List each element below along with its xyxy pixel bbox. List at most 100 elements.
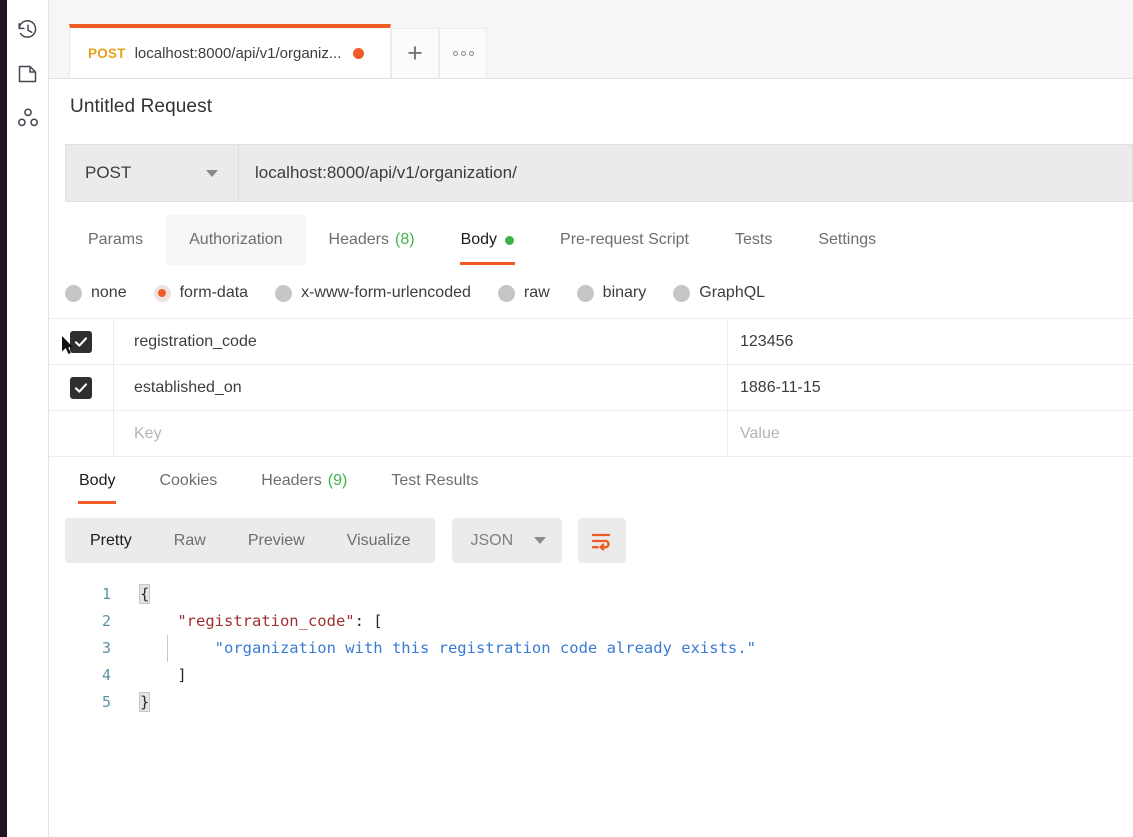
tab-pre-request-script[interactable]: Pre-request Script [537, 215, 712, 265]
history-icon[interactable] [7, 8, 49, 52]
code-token: ] [177, 666, 186, 684]
format-segmented-control: Pretty Raw Preview Visualize [65, 518, 435, 563]
tab-tests[interactable]: Tests [712, 215, 795, 265]
more-options-icon [453, 51, 474, 56]
row-enable-cell [49, 365, 114, 410]
format-preview-button[interactable]: Preview [227, 522, 326, 559]
tab-tests-label: Tests [735, 231, 772, 249]
url-bar: POST localhost:8000/api/v1/organization/ [65, 144, 1133, 202]
radio-icon [498, 285, 515, 302]
form-data-key-input-empty[interactable]: Key [114, 411, 728, 456]
response-language-select[interactable]: JSON [452, 518, 562, 563]
response-tab-cookies[interactable]: Cookies [137, 457, 239, 504]
form-data-key-input[interactable]: established_on [114, 365, 728, 410]
tab-body-label: Body [461, 231, 497, 249]
line-number: 3 [49, 635, 123, 662]
body-type-none[interactable]: none [65, 284, 127, 302]
format-pretty-button[interactable]: Pretty [69, 522, 153, 559]
chevron-down-icon [534, 537, 546, 544]
response-tab-body[interactable]: Body [57, 457, 137, 504]
form-data-value-input[interactable]: 1886-11-15 [728, 365, 1133, 410]
request-tab-active[interactable]: POST localhost:8000/api/v1/organiz... [69, 24, 391, 78]
url-bar-wrapper: POST localhost:8000/api/v1/organization/ [49, 118, 1133, 202]
response-section-tabs: Body Cookies Headers (9) Test Results [57, 457, 1133, 504]
response-body-viewer[interactable]: 1 { 2 "registration_code": [ 3 "organiza… [49, 581, 1133, 716]
plus-icon: + [407, 40, 423, 67]
body-type-none-label: none [91, 284, 127, 302]
word-wrap-toggle[interactable] [578, 518, 626, 563]
code-token-string: "organization with this registration cod… [215, 639, 756, 657]
tab-pre-request-script-label: Pre-request Script [560, 231, 689, 249]
code-token: : [ [355, 612, 383, 630]
line-number: 5 [49, 689, 123, 716]
body-type-form-data-label: form-data [180, 284, 248, 302]
format-pretty-label: Pretty [90, 532, 132, 550]
radio-icon [577, 285, 594, 302]
row-enable-cell [49, 411, 114, 456]
word-wrap-icon [590, 531, 614, 551]
radio-icon [275, 285, 292, 302]
body-type-binary[interactable]: binary [577, 284, 647, 302]
left-icon-rail [7, 0, 49, 837]
tab-params[interactable]: Params [65, 215, 166, 265]
code-token: { [140, 585, 149, 603]
url-input[interactable]: localhost:8000/api/v1/organization/ [239, 145, 1132, 201]
body-type-graphql[interactable]: GraphQL [673, 284, 765, 302]
form-data-key-input[interactable]: registration_code [114, 319, 728, 364]
http-method-value: POST [85, 163, 131, 183]
code-line: 1 { [49, 581, 1133, 608]
line-number: 2 [49, 608, 123, 635]
indent-guide [167, 635, 168, 662]
tab-body[interactable]: Body [438, 215, 537, 265]
format-raw-label: Raw [174, 532, 206, 550]
line-number: 1 [49, 581, 123, 608]
tab-settings[interactable]: Settings [795, 215, 899, 265]
code-line: 4 ] [49, 662, 1133, 689]
tab-headers-count: (8) [395, 231, 415, 249]
code-line: 3 "organization with this registration c… [49, 635, 1133, 662]
tab-params-label: Params [88, 231, 143, 249]
tab-authorization[interactable]: Authorization [166, 215, 305, 265]
request-tab-strip: POST localhost:8000/api/v1/organiz... + [49, 0, 1133, 79]
format-visualize-button[interactable]: Visualize [326, 522, 432, 559]
radio-selected-icon [154, 285, 171, 302]
table-row: established_on 1886-11-15 [49, 365, 1133, 411]
main-area: POST localhost:8000/api/v1/organiz... + … [49, 0, 1133, 837]
row-checkbox[interactable] [70, 331, 92, 353]
request-title[interactable]: Untitled Request [49, 79, 1133, 118]
chevron-down-icon [206, 170, 218, 177]
code-token-key: "registration_code" [177, 612, 354, 630]
row-enable-cell [49, 319, 114, 364]
code-token: } [140, 693, 149, 711]
response-tab-test-results-label: Test Results [391, 472, 478, 490]
response-tab-headers-count: (9) [328, 472, 348, 490]
format-visualize-label: Visualize [347, 532, 411, 550]
form-data-value-input-empty[interactable]: Value [728, 411, 1133, 456]
response-tab-headers[interactable]: Headers (9) [239, 457, 369, 504]
new-tab-button[interactable]: + [391, 28, 439, 78]
http-method-select[interactable]: POST [66, 145, 239, 201]
response-tab-test-results[interactable]: Test Results [369, 457, 500, 504]
radio-icon [673, 285, 690, 302]
format-raw-button[interactable]: Raw [153, 522, 227, 559]
response-language-value: JSON [470, 532, 513, 550]
radio-icon [65, 285, 82, 302]
apis-icon[interactable] [7, 96, 49, 140]
row-checkbox[interactable] [70, 377, 92, 399]
tab-headers-label: Headers [329, 231, 389, 249]
tab-authorization-label: Authorization [189, 231, 282, 249]
body-type-binary-label: binary [603, 284, 647, 302]
body-type-form-data[interactable]: form-data [154, 284, 248, 302]
response-tab-cookies-label: Cookies [159, 472, 217, 490]
body-type-urlencoded[interactable]: x-www-form-urlencoded [275, 284, 471, 302]
tab-headers[interactable]: Headers (8) [306, 215, 438, 265]
body-type-raw-label: raw [524, 284, 550, 302]
collections-icon[interactable] [7, 52, 49, 96]
tab-url-label: localhost:8000/api/v1/organiz... [135, 45, 342, 62]
response-tab-body-label: Body [79, 472, 115, 490]
form-data-table: registration_code 123456 established_on … [49, 318, 1133, 457]
body-type-urlencoded-label: x-www-form-urlencoded [301, 284, 471, 302]
form-data-value-input[interactable]: 123456 [728, 319, 1133, 364]
tab-options-button[interactable] [439, 28, 487, 78]
body-type-raw[interactable]: raw [498, 284, 550, 302]
